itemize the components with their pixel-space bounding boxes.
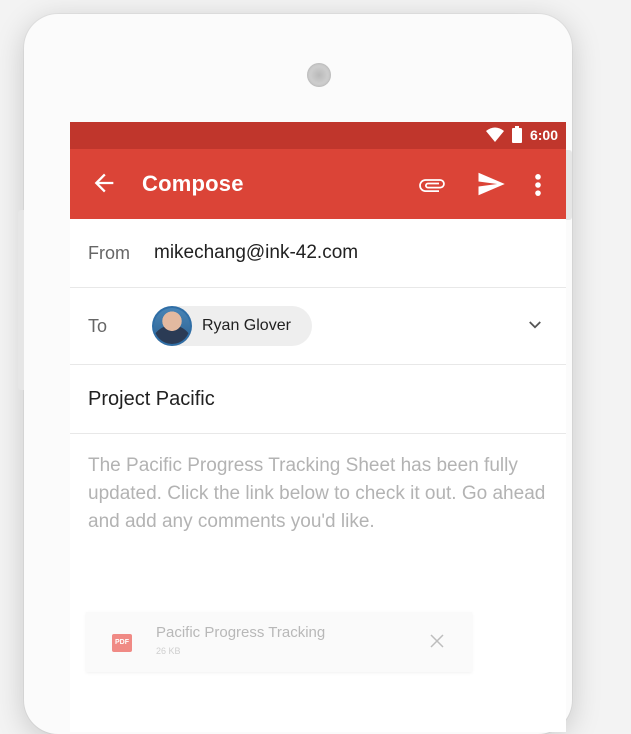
- pdf-icon: PDF: [112, 634, 132, 652]
- from-row: From mikechang@ink-42.com: [70, 219, 566, 288]
- page-title: Compose: [142, 171, 244, 196]
- app-bar: Compose: [70, 149, 566, 219]
- side-button-left: [18, 210, 24, 390]
- status-time: 6:00: [529, 126, 558, 143]
- attachment-size: 26 KB: [156, 646, 181, 656]
- battery-icon: [511, 126, 522, 143]
- compose-screen: 6:00 Compose From mikechang@ink-42.com T…: [70, 122, 566, 732]
- subject-row[interactable]: Project Pacific: [70, 365, 566, 434]
- chevron-down-icon[interactable]: [526, 316, 544, 334]
- attachment-name: Pacific Progress Tracking: [156, 624, 326, 641]
- body-field[interactable]: The Pacific Progress Tracking Sheet has …: [88, 452, 558, 536]
- avatar: [152, 306, 192, 346]
- attachment-card[interactable]: PDF Pacific Progress Tracking 26 KB: [86, 612, 472, 672]
- from-label: From: [88, 242, 130, 263]
- phone-frame: 6:00 Compose From mikechang@ink-42.com T…: [24, 14, 572, 734]
- recipient-name: Ryan Glover: [202, 317, 291, 334]
- side-button-right: [566, 150, 572, 220]
- to-row[interactable]: To Ryan Glover: [70, 288, 566, 365]
- camera: [307, 63, 331, 87]
- back-arrow-icon[interactable]: [90, 169, 118, 197]
- more-vert-icon[interactable]: [532, 171, 544, 199]
- from-field[interactable]: mikechang@ink-42.com: [154, 242, 358, 264]
- status-bar: 6:00: [70, 122, 566, 149]
- close-icon[interactable]: [428, 632, 446, 650]
- status-icons: 6:00: [485, 126, 558, 143]
- subject-field[interactable]: Project Pacific: [88, 388, 215, 411]
- send-icon[interactable]: [476, 169, 506, 199]
- wifi-icon: [485, 127, 504, 142]
- recipient-chip[interactable]: Ryan Glover: [152, 306, 312, 346]
- to-label: To: [88, 315, 108, 336]
- attach-icon[interactable]: [418, 171, 446, 199]
